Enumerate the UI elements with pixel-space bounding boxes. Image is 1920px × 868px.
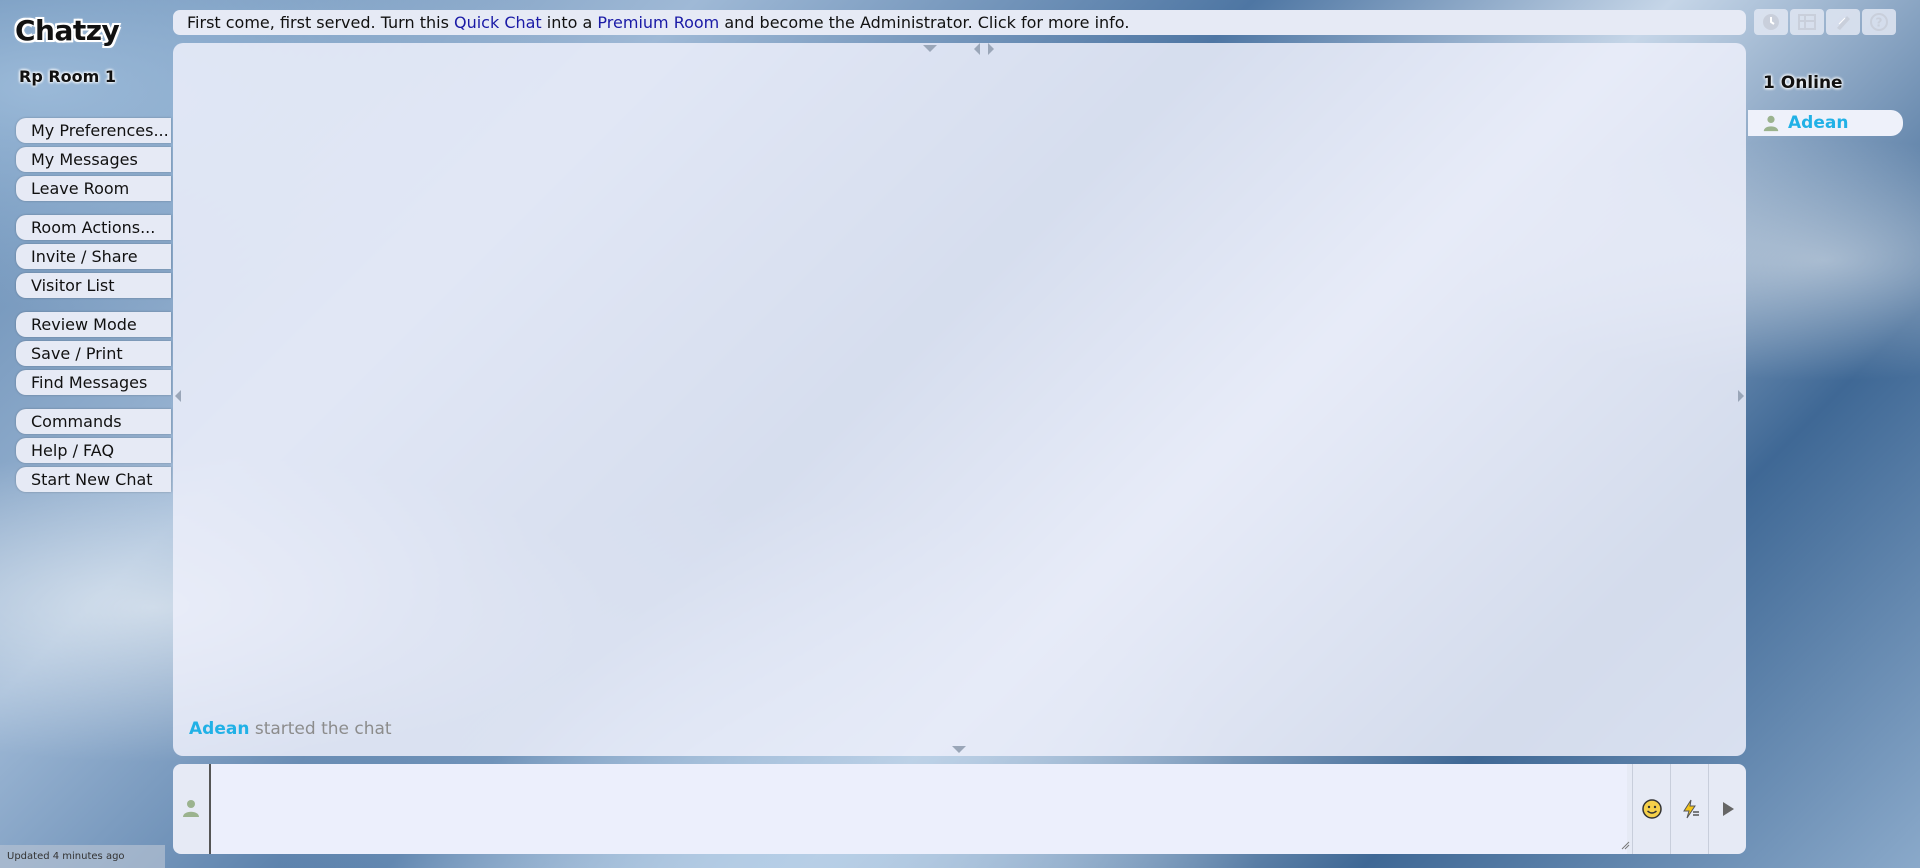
online-count: 1 Online [1763, 73, 1843, 93]
review-mode-button[interactable]: Review Mode [16, 312, 171, 337]
menu-group-help: Commands Help / FAQ Start New Chat [16, 409, 171, 492]
chatzy-logo[interactable]: Chatzy [15, 14, 120, 47]
menu-group-review: Review Mode Save / Print Find Messages [16, 312, 171, 395]
my-preferences-button[interactable]: My Preferences... [16, 118, 171, 143]
invite-share-button[interactable]: Invite / Share [16, 244, 171, 269]
banner-text-1: First come, first served. Turn this [187, 13, 454, 32]
arrow-right-icon[interactable] [1738, 390, 1744, 402]
user-avatar-icon[interactable] [181, 798, 201, 822]
banner-text-3: and become the Administrator. Click for … [719, 13, 1130, 32]
premium-room-link[interactable]: Premium Room [597, 13, 719, 32]
premium-banner[interactable]: First come, first served. Turn this Quic… [173, 10, 1746, 35]
play-icon [1722, 802, 1734, 816]
online-user-item[interactable]: Adean [1748, 110, 1903, 136]
layout-icon[interactable] [1790, 9, 1824, 35]
message-username[interactable]: Adean [189, 719, 249, 739]
arrow-left-icon[interactable] [175, 390, 181, 402]
emoji-button[interactable] [1632, 764, 1670, 854]
collapse-top-icon[interactable] [923, 45, 937, 52]
room-title: Rp Room 1 [19, 67, 117, 86]
pencil-icon[interactable] [1826, 9, 1860, 35]
online-username: Adean [1788, 113, 1849, 133]
my-messages-button[interactable]: My Messages [16, 147, 171, 172]
collapse-bottom-icon[interactable] [952, 746, 966, 753]
help-faq-button[interactable]: Help / FAQ [16, 438, 171, 463]
user-icon [1763, 115, 1779, 132]
message-text: started the chat [249, 719, 392, 739]
find-messages-button[interactable]: Find Messages [16, 370, 171, 395]
clock-icon[interactable] [1754, 9, 1788, 35]
effects-button[interactable] [1670, 764, 1708, 854]
menu-group-account: My Preferences... My Messages Leave Room [16, 118, 171, 201]
shrink-left-icon[interactable] [974, 43, 980, 55]
svg-text:?: ? [1876, 16, 1883, 30]
chat-message: Adean started the chat [189, 719, 392, 739]
start-new-chat-button[interactable]: Start New Chat [16, 467, 171, 492]
expand-right-icon[interactable] [988, 43, 994, 55]
resize-grip-icon[interactable] [1620, 840, 1630, 850]
save-print-button[interactable]: Save / Print [16, 341, 171, 366]
chat-window: Adean started the chat [173, 43, 1746, 756]
top-toolbar: ? [1754, 9, 1898, 35]
update-status: Updated 4 minutes ago [0, 845, 165, 868]
message-input[interactable] [209, 764, 1627, 854]
quick-chat-link[interactable]: Quick Chat [454, 13, 542, 32]
visitor-list-button[interactable]: Visitor List [16, 273, 171, 298]
lightning-icon [1682, 799, 1699, 819]
banner-text-2: into a [541, 13, 598, 32]
leave-room-button[interactable]: Leave Room [16, 176, 171, 201]
help-icon[interactable]: ? [1862, 9, 1896, 35]
left-menu: My Preferences... My Messages Leave Room… [16, 118, 171, 506]
commands-button[interactable]: Commands [16, 409, 171, 434]
send-button[interactable] [1708, 764, 1746, 854]
menu-group-room: Room Actions... Invite / Share Visitor L… [16, 215, 171, 298]
message-input-bar [173, 764, 1746, 854]
room-actions-button[interactable]: Room Actions... [16, 215, 171, 240]
smiley-icon [1641, 799, 1662, 819]
